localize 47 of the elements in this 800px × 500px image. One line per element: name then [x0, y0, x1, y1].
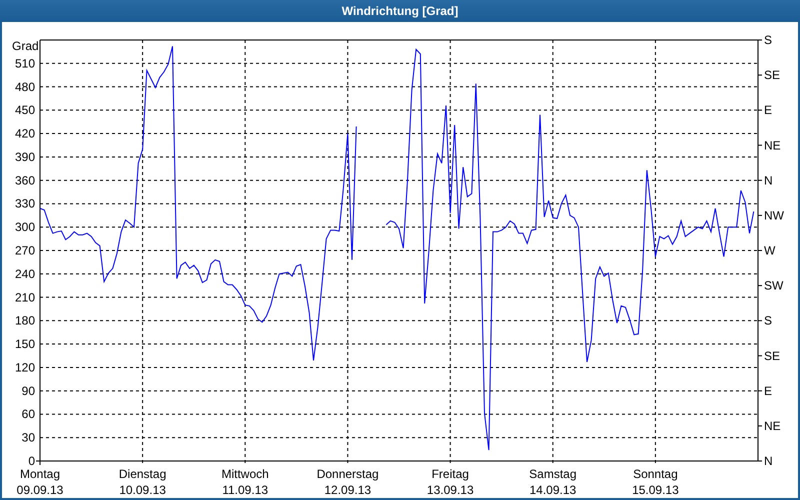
- date-label: 10.09.13: [119, 483, 166, 497]
- compass-label: E: [764, 384, 772, 398]
- compass-label: NE: [764, 138, 781, 152]
- compass-label: NE: [764, 418, 781, 433]
- date-label: 09.09.13: [16, 483, 64, 497]
- compass-label: NW: [764, 208, 784, 222]
- compass-label: W: [764, 244, 776, 258]
- y-tick-label: 90: [22, 384, 35, 398]
- y-tick-label: 30: [22, 430, 35, 445]
- compass-label: S: [764, 314, 772, 328]
- compass-label: E: [764, 103, 772, 118]
- compass-label: S: [764, 33, 772, 47]
- y-tick-label: 480: [14, 80, 35, 94]
- date-label: 13.09.13: [426, 483, 474, 497]
- y-tick-label: 510: [14, 56, 35, 70]
- y-tick-label: 300: [14, 220, 35, 234]
- date-label: 12.09.13: [324, 483, 372, 497]
- compass-label: N: [764, 454, 773, 468]
- date-label: 15.09.13: [632, 483, 679, 497]
- y-tick-label: 270: [14, 244, 35, 258]
- y-tick-label: 240: [14, 266, 35, 281]
- y-tick-label: 330: [14, 196, 35, 211]
- y-tick-label: 420: [14, 126, 35, 141]
- y-tick-label: 360: [14, 173, 35, 188]
- day-label: Dienstag: [118, 467, 166, 481]
- y-tick-label: 180: [14, 314, 35, 328]
- y-axis-title: Grad: [12, 39, 39, 53]
- date-label: 14.09.13: [530, 483, 576, 497]
- y-tick-label: 150: [14, 337, 35, 352]
- day-label: Sonntag: [633, 467, 678, 481]
- day-label: Montag: [20, 467, 60, 481]
- y-tick-label: 390: [14, 150, 35, 164]
- compass-label: SW: [764, 278, 784, 293]
- y-tick-label: 450: [14, 103, 35, 118]
- day-label: Samstag: [529, 467, 577, 481]
- y-tick-label: 210: [14, 290, 35, 304]
- day-label: Donnerstag: [316, 467, 379, 481]
- compass-label: SE: [764, 68, 780, 82]
- y-tick-label: 60: [22, 407, 35, 422]
- y-tick-label: 120: [14, 360, 35, 374]
- compass-label: SE: [764, 348, 780, 363]
- date-label: 11.09.13: [222, 483, 268, 497]
- compass-label: N: [764, 173, 773, 188]
- day-label: Freitag: [432, 467, 469, 481]
- day-label: Mittwoch: [221, 467, 269, 481]
- y-tick-label: 0: [28, 454, 35, 468]
- window-title: Windrichtung [Grad]: [342, 4, 458, 18]
